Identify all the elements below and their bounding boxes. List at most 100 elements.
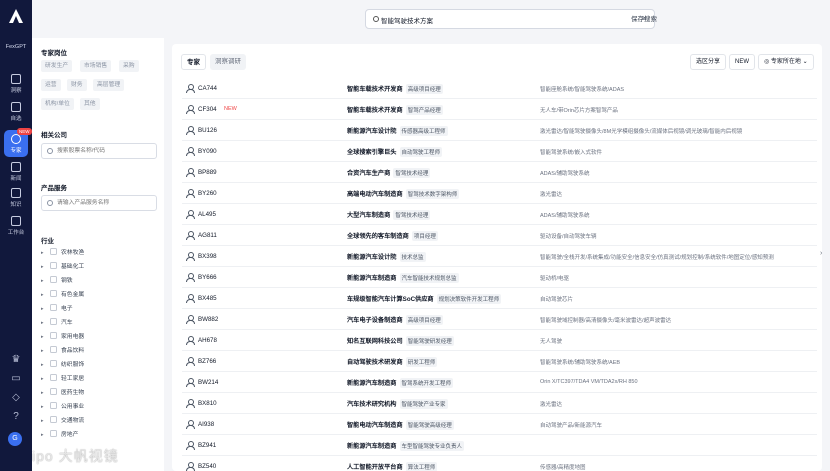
share-selection-button[interactable]: 选区分享: [690, 54, 727, 70]
main-search-input[interactable]: [381, 13, 621, 26]
industry-item[interactable]: ▸ 医药生物: [41, 387, 151, 399]
table-row[interactable]: AH678 知名互联网科技公司 智能驾驶研发经理 无人驾驶: [182, 330, 817, 351]
checkbox[interactable]: [50, 360, 57, 367]
industry-item[interactable]: ▸ 交通物流: [41, 415, 151, 427]
expert-tags: 智能驾驶系统/辅助驾驶系统/AEB: [540, 359, 621, 366]
company-search-input[interactable]: [57, 145, 152, 157]
industry-item[interactable]: ▸ 基础化工: [41, 261, 151, 273]
table-row[interactable]: BY260 高端电动汽车制造商 智驾技术数字架构师 激光雷达: [182, 183, 817, 204]
chevron-right-icon[interactable]: ▸: [41, 345, 47, 357]
chevron-right-icon[interactable]: ▸: [41, 303, 47, 315]
industry-item[interactable]: ▸ 轻工家居: [41, 373, 151, 385]
nav-workbench[interactable]: 工作台: [0, 216, 32, 236]
tab-insight-research[interactable]: 洞察调研: [210, 54, 246, 70]
table-row[interactable]: AL495 大型汽车制造商 智驾技术经理 ADAS/辅助驾驶系统: [182, 204, 817, 225]
chevron-right-icon[interactable]: ▸: [41, 359, 47, 371]
save-search-button[interactable]: 保存搜索: [631, 13, 657, 23]
table-row[interactable]: AI938 智能电动汽车制造商 智能驾驶高级经理 自动驾驶产品/新能源汽车: [182, 414, 817, 435]
chevron-right-icon[interactable]: ▸: [41, 387, 47, 399]
main-search-box[interactable]: ×: [365, 9, 655, 29]
nav-news[interactable]: 新闻: [0, 162, 32, 182]
expert-tags: 无人车/带Orin芯片方案智驾产品: [540, 107, 618, 114]
checkbox[interactable]: [50, 388, 57, 395]
chat-icon[interactable]: ▭: [10, 373, 22, 385]
table-row[interactable]: CF304 NEW 智能车载技术开发商 智驾产品经理 无人车/带Orin芯片方案智驾产品: [182, 99, 817, 120]
checkbox[interactable]: [50, 430, 57, 437]
role-chip[interactable]: 研发生产: [41, 60, 73, 72]
chevron-right-icon[interactable]: ▸: [41, 317, 47, 329]
table-row[interactable]: BX810 汽车技术研究机构 智能驾驶产业专家 激光雷达: [182, 393, 817, 414]
table-row[interactable]: BW214 新能源汽车制造商 智驾系统开发工程师 Orin X/TC397/TDA4 …: [182, 372, 817, 393]
shield-icon[interactable]: ◇: [10, 392, 22, 404]
chevron-right-icon[interactable]: ▸: [41, 289, 47, 301]
table-row[interactable]: CA744 智能车载技术开发商 高级项目经理 智能座舱系统/智能驾驶系统/ADAS: [182, 78, 817, 99]
industry-item[interactable]: ▸ 公用事业: [41, 401, 151, 413]
role-chip[interactable]: 市场销售: [80, 60, 112, 72]
checkbox[interactable]: [50, 416, 57, 423]
table-row[interactable]: BP889 合资汽车生产商 智驾技术经理 ADAS/辅助驾驶系统: [182, 162, 817, 183]
role-chip[interactable]: 其他: [80, 98, 100, 110]
nav-favorites[interactable]: 自选: [0, 102, 32, 122]
role-chip[interactable]: 机构/单位: [41, 98, 74, 110]
industry-item[interactable]: ▸ 食品饮料: [41, 345, 151, 357]
checkbox[interactable]: [50, 346, 57, 353]
table-row[interactable]: BY090 全球搜索引擎巨头 自动驾驶工程师 智能驾驶系统/嵌入式软件: [182, 141, 817, 162]
industry-item[interactable]: ▸ 纺织服饰: [41, 359, 151, 371]
checkbox[interactable]: [50, 374, 57, 381]
role-chip[interactable]: 采购: [119, 60, 139, 72]
checkbox[interactable]: [50, 262, 57, 269]
chevron-right-icon[interactable]: ▸: [41, 331, 47, 343]
industry-item[interactable]: ▸ 房地产: [41, 429, 151, 441]
chevron-right-icon[interactable]: ▸: [41, 429, 47, 441]
checkbox[interactable]: [50, 332, 57, 339]
role-chip[interactable]: 高层管理: [93, 79, 125, 91]
expert-tags: 激光雷达: [540, 401, 563, 408]
company-search-box[interactable]: [41, 143, 157, 159]
checkbox[interactable]: [50, 402, 57, 409]
chevron-right-icon[interactable]: ▸: [41, 415, 47, 427]
industry-item[interactable]: ▸ 钢铁: [41, 275, 151, 287]
chevron-right-icon[interactable]: ▸: [41, 401, 47, 413]
chevron-right-icon[interactable]: ▸: [41, 247, 47, 259]
help-icon[interactable]: ?: [10, 411, 22, 423]
industry-item[interactable]: ▸ 汽车: [41, 317, 151, 329]
industry-item[interactable]: ▸ 电子: [41, 303, 151, 315]
table-row[interactable]: BY666 新能源汽车制造商 汽车智能技术规划总监 驱动桥/电驱: [182, 267, 817, 288]
app-logo[interactable]: [8, 8, 24, 24]
checkbox[interactable]: [50, 318, 57, 325]
chevron-right-icon[interactable]: ▸: [41, 261, 47, 273]
checkbox[interactable]: [50, 304, 57, 311]
tab-expert[interactable]: 专家: [181, 54, 206, 70]
location-filter-dropdown[interactable]: ◎ 专家所在地 ⌄: [758, 54, 814, 70]
industry-item[interactable]: ▸ 农林牧渔: [41, 247, 151, 259]
table-row[interactable]: BZ540 人工智能开放平台商 算法工程师 传感器/高精度地图: [182, 456, 817, 471]
table-row[interactable]: BW882 汽车电子设备制造商 高级项目经理 智能驾驶域控制器/高清摄像头/毫米波雷达…: [182, 309, 817, 330]
expert-tags: 智能驾驶系统/嵌入式软件: [540, 149, 603, 156]
role-chip[interactable]: 运营: [41, 79, 61, 91]
avatar[interactable]: G: [8, 432, 22, 446]
expert-position: 智驾技术经理: [393, 168, 431, 178]
checkbox[interactable]: [50, 276, 57, 283]
chevron-right-icon[interactable]: ▸: [41, 275, 47, 287]
product-search-input[interactable]: [57, 197, 152, 209]
table-row[interactable]: BZ941 新能源汽车制造商 车型智能驾驶专业负责人: [182, 435, 817, 456]
nav-knowledge[interactable]: 知识: [0, 188, 32, 208]
chevron-right-icon[interactable]: ▸: [41, 373, 47, 385]
insight-icon: [11, 74, 21, 84]
table-row[interactable]: BX398 新能源汽车设计院 技术总监 智能驾驶/全栈开发/系统集成/功能安全/信息安…: [182, 246, 817, 267]
table-row[interactable]: BU126 新能源汽车设计院 传感器高级工程师 激光雷达/智能驾驶摄像头/8M光学模组…: [182, 120, 817, 141]
industry-item[interactable]: ▸ 有色金属: [41, 289, 151, 301]
checkbox[interactable]: [50, 248, 57, 255]
role-chip[interactable]: 财务: [67, 79, 87, 91]
chevron-right-icon[interactable]: ›: [820, 250, 822, 257]
nav-insight[interactable]: 洞察: [0, 74, 32, 94]
product-search-box[interactable]: [41, 195, 157, 211]
crown-icon[interactable]: ♛: [10, 354, 22, 366]
table-row[interactable]: BZ766 自动驾驶技术研发商 研发工程师 智能驾驶系统/辅助驾驶系统/AEB: [182, 351, 817, 372]
table-row[interactable]: BX485 车规级智能汽车计算SoC供应商 规划决策软件开发工程师 自动驾驶芯片: [182, 288, 817, 309]
table-row[interactable]: AG811 全球领先的客车制造商 项目经理 驱动设备/自动驾驶车辆: [182, 225, 817, 246]
new-button[interactable]: NEW: [729, 54, 755, 70]
checkbox[interactable]: [50, 290, 57, 297]
industry-item[interactable]: ▸ 家用电器: [41, 331, 151, 343]
expert-company: 全球领先的客车制造商 项目经理: [347, 231, 438, 241]
